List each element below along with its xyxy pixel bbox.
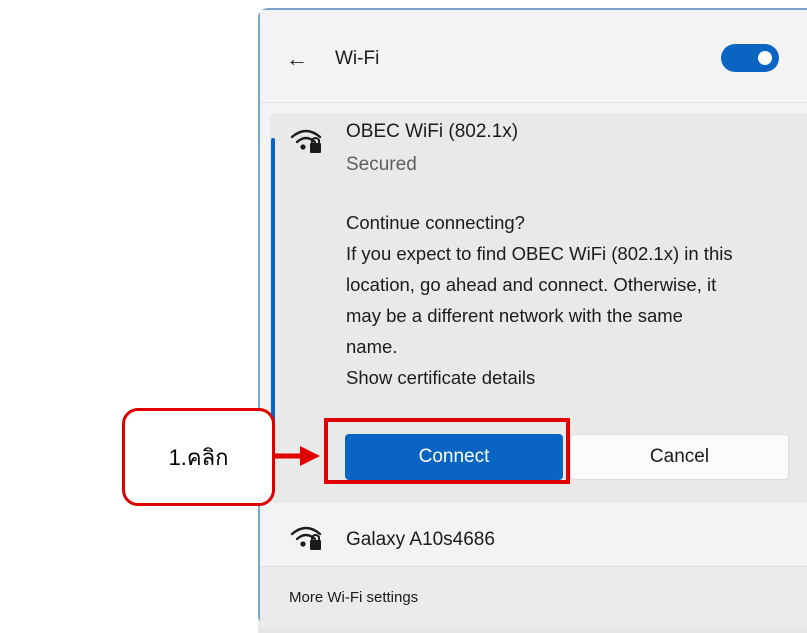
annotation-arrow-icon [275,446,320,466]
